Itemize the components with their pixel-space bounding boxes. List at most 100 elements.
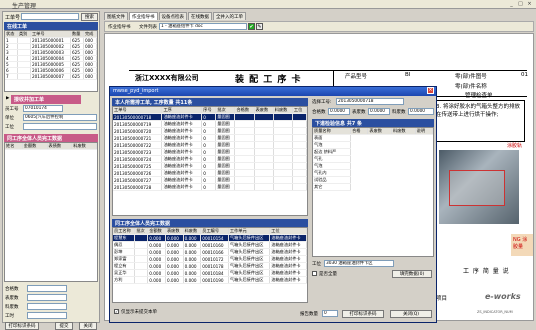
dialog-order-row[interactable]: 20130500000727 油箱座油封件卡 0 量固图 xyxy=(113,176,307,184)
table-cell: 试验品 xyxy=(313,176,352,184)
table-cell: 0 xyxy=(201,113,217,121)
dialog-order-row[interactable]: 20130500000723 油箱座油封件卡 0 量固图 xyxy=(113,148,307,156)
table-cell: 油箱座油封件卡 xyxy=(161,134,203,142)
scrap1-input[interactable]: 0.0000 xyxy=(368,108,390,115)
dialog-order-row[interactable]: 20130500000721 油箱座油封件卡 0 量固图 xyxy=(113,134,307,142)
table-cell: 量固图 xyxy=(215,134,236,142)
worker-row[interactable]: 彭坤 0.000 0.000 0.000 00010166 气箱头后接件出区 油箱座油封件卡 xyxy=(113,248,307,256)
tab-0[interactable]: 图纸文件 xyxy=(104,12,128,20)
table-cell: 0.000 xyxy=(165,234,184,242)
table-cell: 气箱头后接件出区 xyxy=(228,269,271,277)
table-cell xyxy=(292,155,307,163)
task-header[interactable]: 接收并加工单 xyxy=(11,95,81,104)
unit-input[interactable]: 0605|汽车后件控制 xyxy=(23,114,97,121)
tab-1[interactable]: 作业指导书 xyxy=(129,12,158,20)
worker-row[interactable]: 郑家富 0.000 0.000 0.000 00010172 气箱头后接件出区 油箱座油封件… xyxy=(113,255,307,263)
dialog-order-row[interactable]: 20130500000719 油箱座油封件卡 0 量固图 xyxy=(113,120,307,128)
submit-button[interactable]: 提交 xyxy=(55,322,73,330)
proc-row[interactable]: 试验品 xyxy=(313,176,433,184)
tab-3[interactable]: 在线数据 xyxy=(188,12,212,20)
close-icon[interactable]: × xyxy=(526,1,533,7)
table-cell xyxy=(254,183,274,191)
unsubmitted-checkbox[interactable]: ✓ 仅显示未提交本单 xyxy=(114,309,157,315)
search-button[interactable]: 搜索 xyxy=(81,13,98,21)
table-cell: 程立有 xyxy=(113,262,136,270)
dialog-order-row[interactable]: 20130500000726 油箱座油封件卡 0 量固图 xyxy=(113,169,307,177)
dialog-order-row[interactable]: 20130500000718 油箱座油封件卡 0 量固图 xyxy=(113,113,307,121)
f1-input[interactable] xyxy=(27,285,67,292)
table-cell xyxy=(273,183,293,191)
table-cell xyxy=(234,134,255,142)
worker-row[interactable]: 方利 0.000 0.000 0.000 00010190 气箱头后接件出区 油箱座油封件卡 xyxy=(113,276,307,284)
table-cell: 量固图 xyxy=(215,176,236,184)
table-cell xyxy=(134,241,149,249)
proc-row[interactable]: 表面 xyxy=(313,134,433,142)
minimize-icon[interactable]: _ xyxy=(508,1,515,7)
order-row[interactable]: 7 201305000007 625 000 xyxy=(5,73,97,80)
table-cell: 油箱座油封件卡 xyxy=(161,169,203,177)
table-cell: 程慧东 xyxy=(113,234,136,242)
f3-input[interactable] xyxy=(27,303,67,310)
proc-row[interactable]: 其它 xyxy=(313,183,433,191)
qty2-input[interactable]: 0 xyxy=(322,310,338,317)
dialog-order-row[interactable]: 20130500000720 油箱座油封件卡 0 量固图 xyxy=(113,127,307,135)
table-cell: 0.000 xyxy=(183,234,202,242)
worker-row[interactable]: 程立有 0.000 0.000 0.000 00010178 气箱头后接件出区 油箱座油封件… xyxy=(113,262,307,270)
proc-row[interactable]: 气孔 xyxy=(313,155,433,163)
proc-row[interactable]: 气孔内 xyxy=(313,169,433,177)
ng-text: NG 涂胶量 xyxy=(513,237,528,250)
table-cell: 量固图 xyxy=(215,183,236,191)
wc-select[interactable]: 3030 油箱座油封件卡区 xyxy=(324,260,394,267)
opt-checkbox[interactable]: 是否全量 xyxy=(312,271,337,277)
dialog-order-row[interactable]: 20130500000725 油箱座油封件卡 0 量固图 xyxy=(113,162,307,170)
scrap2-input[interactable]: 0.0000 xyxy=(408,108,434,115)
close-button[interactable]: 关闭 xyxy=(79,322,97,330)
worker-row[interactable]: 吴正华 0.000 0.000 0.000 00010184 气箱头后接件出区 油箱座油封件… xyxy=(113,269,307,277)
edit-icon[interactable]: ✎ xyxy=(256,23,263,30)
f2-input[interactable] xyxy=(27,294,67,301)
doc-part-label: 零(部)件图号 xyxy=(455,74,487,80)
window-title: 生产管理 xyxy=(12,3,37,10)
worker-row[interactable]: 程慧东 0.000 0.000 0.000 00010154 气箱头后接件出区 油箱座油封件… xyxy=(113,234,307,242)
confirm-icon[interactable]: ✔ xyxy=(248,23,255,30)
left-panel: 工单号 搜索 在线工单 状态 类别 工单号 数量 完成 1 201305000001 625… xyxy=(2,11,100,330)
tab-2[interactable]: 设备点检表 xyxy=(158,12,187,20)
order-input[interactable]: 2013050000718 xyxy=(336,98,404,105)
proc-row[interactable]: 气泡 xyxy=(313,141,433,149)
file-list-select[interactable]: 1 - 油箱座组件卡 doc xyxy=(159,23,247,30)
emp-label: 员工号 xyxy=(5,107,19,112)
table-cell xyxy=(234,162,255,170)
qty2-label: 报告数量 xyxy=(300,312,318,317)
proc-input[interactable] xyxy=(23,123,97,130)
print-barcode-button[interactable]: 打印标识条码 xyxy=(5,322,39,330)
worker-row[interactable]: 偶忍 0.000 0.000 0.000 00010160 气箱头后接件出区 油箱座油封件卡 xyxy=(113,241,307,249)
dialog-close-icon[interactable]: × xyxy=(427,87,434,94)
proc-row[interactable]: 气泡 xyxy=(313,162,433,170)
search-label: 工单号 xyxy=(5,15,21,21)
table-cell: 0.000 xyxy=(183,276,202,284)
table-cell: 油箱座油封件卡 xyxy=(269,276,307,284)
bottom-grid: 员工名称 批次 金额数 表废数 料废数 员工编号 工作单元 工位 程慧东 0.000 0.000 0.… xyxy=(112,227,308,303)
f4-label: 工时 xyxy=(5,314,14,319)
tab-4[interactable]: 全并入的工单 xyxy=(213,12,246,20)
table-cell xyxy=(254,155,274,163)
proc-row[interactable]: 起边 挤料严 xyxy=(313,148,433,156)
dialog-ok-button[interactable]: 关闭(Q) xyxy=(390,310,432,318)
dialog-order-row[interactable]: 20130500000724 油箱座油封件卡 0 量固图 xyxy=(113,155,307,163)
unsubmitted-check-icon[interactable]: ✓ xyxy=(114,309,119,314)
search-input[interactable] xyxy=(21,13,79,20)
table-cell xyxy=(234,113,255,121)
emp-input[interactable]: 07010174 xyxy=(23,105,63,112)
table-cell xyxy=(134,269,149,277)
f4-input[interactable] xyxy=(27,312,67,319)
opt-check-icon[interactable] xyxy=(312,271,317,276)
maximize-icon[interactable]: □ xyxy=(517,1,524,7)
dialog-print-button[interactable]: 打印标识条码 xyxy=(342,310,384,318)
doc-rule xyxy=(129,70,527,71)
dialog-order-row[interactable]: 20130500000722 油箱座油封件卡 0 量固图 xyxy=(113,141,307,149)
complete-button[interactable]: 填完数据(0) xyxy=(392,270,432,278)
table-cell: 0.000 xyxy=(165,269,184,277)
table-cell xyxy=(234,183,255,191)
qty-input[interactable]: 0.0000 xyxy=(328,108,350,115)
dialog-order-row[interactable]: 20130500000728 油箱座油封件卡 0 量固图 xyxy=(113,183,307,191)
